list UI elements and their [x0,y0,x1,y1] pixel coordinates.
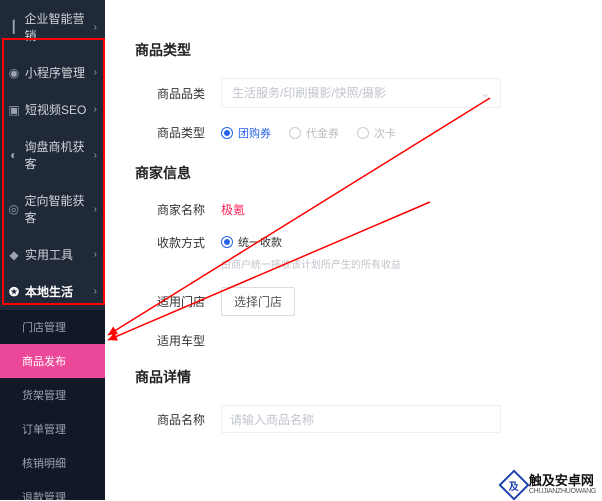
life-icon: ✪ [8,286,20,298]
section-title-merchant: 商家信息 [135,163,572,183]
video-icon: ▣ [8,104,20,116]
radio-unified-payment[interactable]: 统一收款 [221,234,401,250]
gear-icon: ◉ [8,67,20,79]
target-icon: ◎ [8,203,20,215]
watermark: 及 触及安卓网 CHUJIANZHUOWANG [503,474,596,496]
radio-dot-icon [221,236,233,248]
radio-dot-icon [221,127,233,139]
select-store-button[interactable]: 选择门店 [221,287,295,316]
sidebar-item-tools[interactable]: ◆实用工具 › [0,236,105,273]
chevron-right-icon: › [94,249,97,260]
submenu-item-verify[interactable]: 核销明细 [0,446,105,480]
chevron-right-icon: › [94,204,97,215]
label-store: 适用门店 [135,293,205,310]
watermark-text-cn: 触及安卓网 [529,474,596,488]
label-payment: 收款方式 [135,234,205,251]
sidebar-item-target[interactable]: ◎定向智能获客 › [0,182,105,236]
radio-voucher[interactable]: 代金券 [289,125,339,141]
submenu-item-product-publish[interactable]: 商品发布 [0,344,105,378]
label-product-name: 商品名称 [135,411,205,428]
radio-groupon[interactable]: 团购券 [221,125,271,141]
section-title-product-detail: 商品详情 [135,367,572,387]
sidebar-item-shortvideo[interactable]: ▣短视频SEO › [0,91,105,128]
label-car-type: 适用车型 [135,332,205,349]
watermark-text-en: CHUJIANZHUOWANG [529,488,596,496]
main-content: 商品类型 商品品类 生活服务/印刷摄影/快照/摄影 ⌄ 商品类型 团购券 代金券… [105,0,602,500]
submenu-item-shelf[interactable]: 货架管理 [0,378,105,412]
radio-group-type: 团购券 代金券 次卡 [221,125,396,141]
chevron-right-icon: › [94,22,97,33]
radio-dot-icon [357,127,369,139]
tools-icon: ◆ [8,249,20,261]
section-title-product-type: 商品类型 [135,40,572,60]
input-product-name[interactable]: 请输入商品名称 [221,405,501,433]
bars-icon: ┃ [8,21,20,33]
submenu-item-order[interactable]: 订单管理 [0,412,105,446]
sidebar-item-marketing[interactable]: ┃企业智能营销 › [0,0,105,54]
watermark-logo-icon: 及 [498,469,529,500]
sidebar-item-locallife[interactable]: ✪本地生活 › [0,273,105,310]
sidebar-item-inquiry[interactable]: ◐询盘商机获客 › [0,128,105,182]
submenu-item-refund[interactable]: 退款管理 [0,480,105,500]
payment-hint: 由商户统一接收该计划所产生的所有收益 [221,256,401,271]
label-category: 商品品类 [135,85,205,102]
label-merchant-name: 商家名称 [135,201,205,218]
merchant-name-value: 极氪 [221,201,245,218]
inquiry-icon: ◐ [8,149,20,161]
chevron-right-icon: › [94,67,97,78]
submenu-locallife: 门店管理 商品发布 货架管理 订单管理 核销明细 退款管理 [0,310,105,500]
sidebar-item-miniprogram[interactable]: ◉小程序管理 › [0,54,105,91]
chevron-down-icon: › [94,286,97,297]
chevron-down-icon: ⌄ [480,78,490,108]
submenu-item-store[interactable]: 门店管理 [0,310,105,344]
sidebar: ┃企业智能营销 › ◉小程序管理 › ▣短视频SEO › ◐询盘商机获客 › ◎… [0,0,105,500]
radio-card[interactable]: 次卡 [357,125,396,141]
chevron-right-icon: › [94,150,97,161]
chevron-right-icon: › [94,104,97,115]
label-type: 商品类型 [135,124,205,141]
select-category[interactable]: 生活服务/印刷摄影/快照/摄影 ⌄ [221,78,501,108]
radio-dot-icon [289,127,301,139]
